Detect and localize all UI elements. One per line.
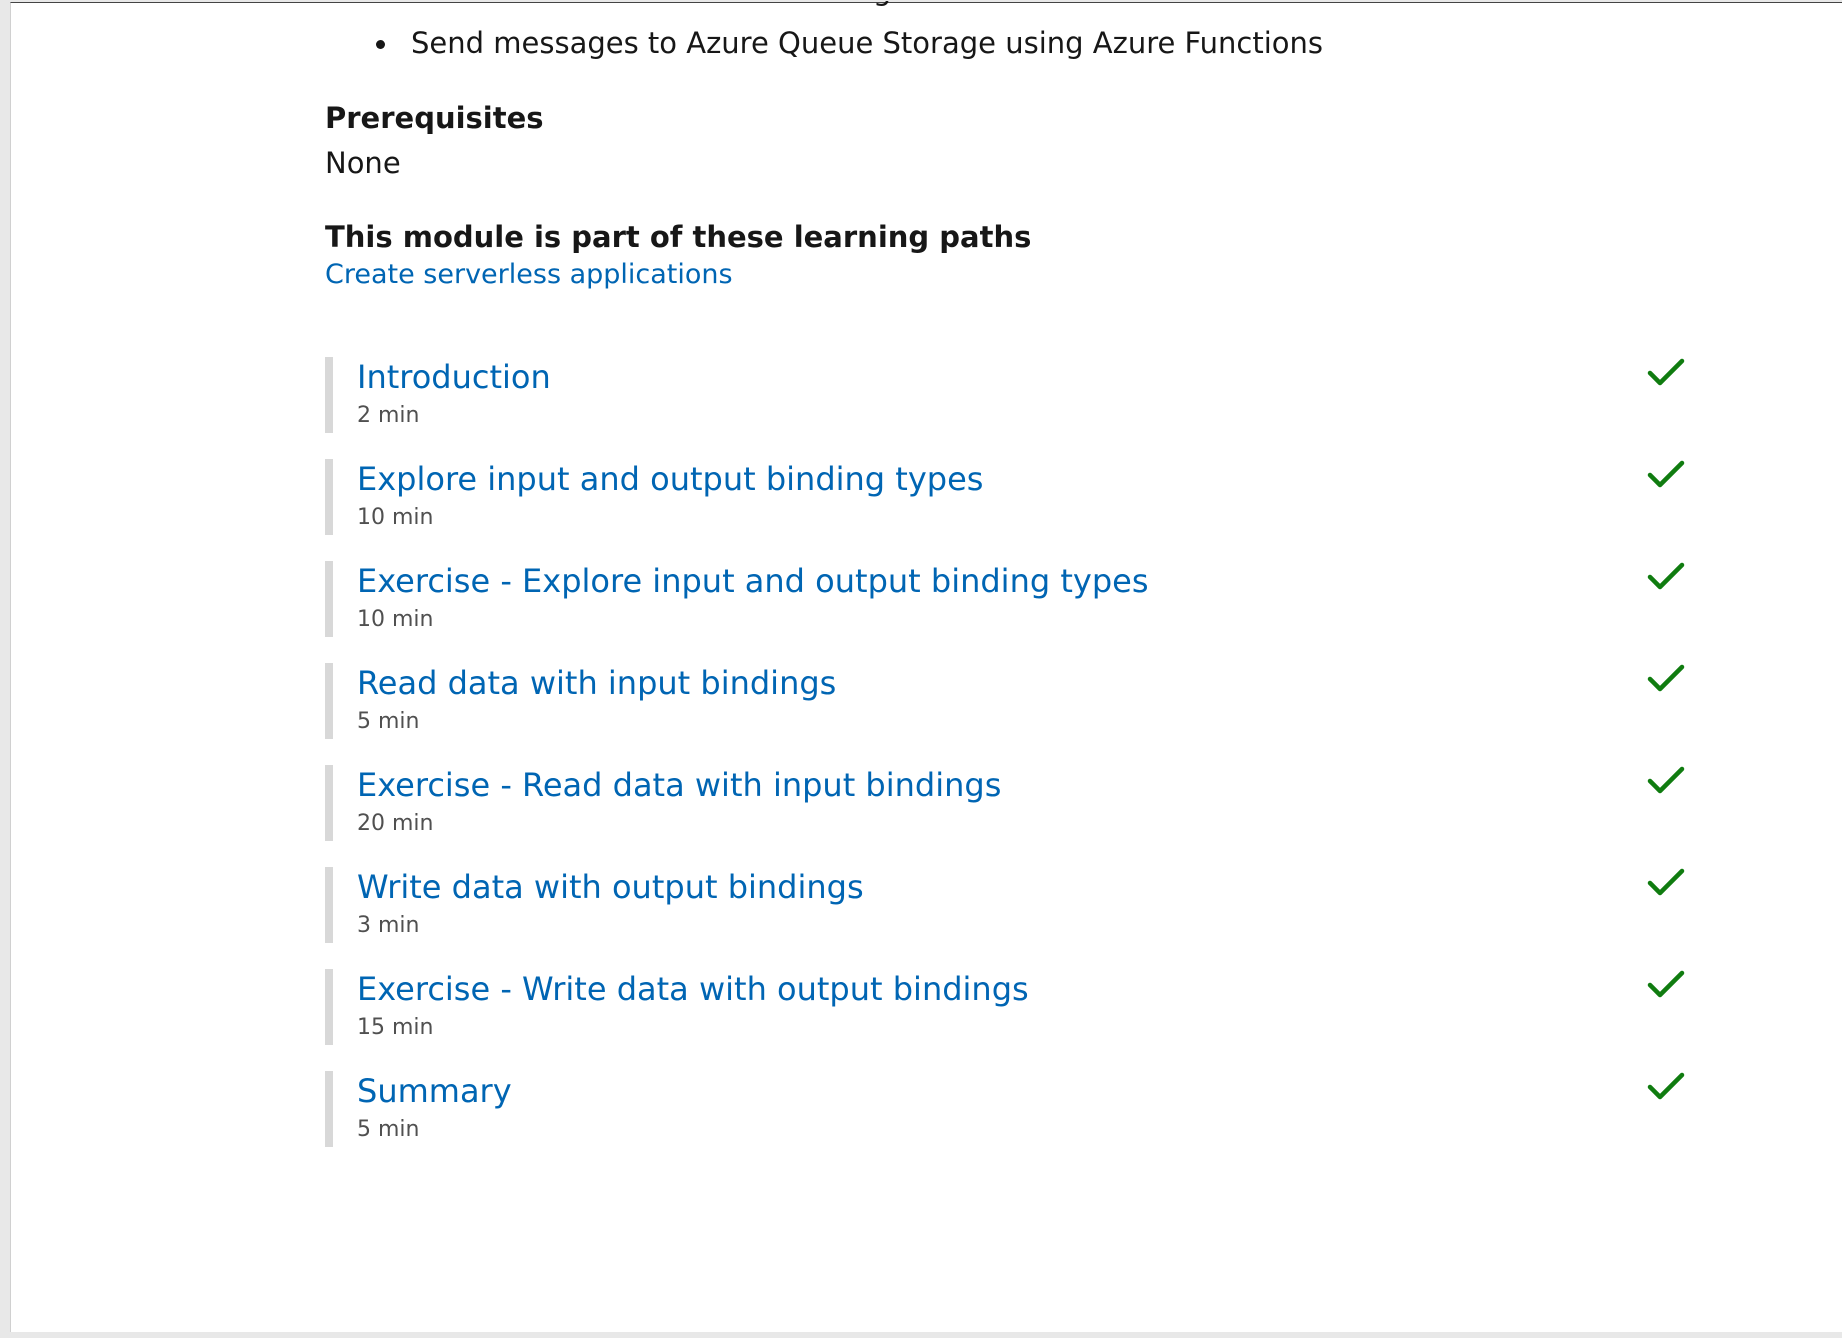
unit-item[interactable]: Introduction 2 min: [325, 357, 1685, 433]
unit-duration: 20 min: [357, 811, 434, 836]
unit-title-link[interactable]: Read data with input bindings: [357, 663, 1685, 703]
unit-item[interactable]: Explore input and output binding types 1…: [325, 459, 1685, 535]
partial-text-line: g: [873, 1, 903, 7]
check-icon: [1647, 766, 1685, 794]
unit-title-link[interactable]: Exercise - Read data with input bindings: [357, 765, 1685, 805]
unit-item[interactable]: Exercise - Write data with output bindin…: [325, 969, 1685, 1045]
unit-item[interactable]: Exercise - Explore input and output bind…: [325, 561, 1685, 637]
unit-title-link[interactable]: Write data with output bindings: [357, 867, 1685, 907]
unit-duration: 3 min: [357, 913, 420, 938]
unit-item[interactable]: Summary 5 min: [325, 1071, 1685, 1147]
unit-duration: 5 min: [357, 709, 420, 734]
unit-item[interactable]: Exercise - Read data with input bindings…: [325, 765, 1685, 841]
check-icon: [1647, 664, 1685, 692]
unit-list: Introduction 2 min Explore input and out…: [325, 357, 1685, 1179]
check-icon: [1647, 970, 1685, 998]
unit-title-link[interactable]: Exercise - Explore input and output bind…: [357, 561, 1685, 601]
prerequisites-heading: Prerequisites: [325, 101, 544, 135]
unit-item[interactable]: Write data with output bindings 3 min: [325, 867, 1685, 943]
unit-title-link[interactable]: Explore input and output binding types: [357, 459, 1685, 499]
unit-duration: 10 min: [357, 607, 434, 632]
unit-duration: 10 min: [357, 505, 434, 530]
check-icon: [1647, 358, 1685, 386]
unit-title-link[interactable]: Introduction: [357, 357, 1685, 397]
unit-duration: 5 min: [357, 1117, 420, 1142]
unit-item[interactable]: Read data with input bindings 5 min: [325, 663, 1685, 739]
unit-title-link[interactable]: Summary: [357, 1071, 1685, 1111]
check-icon: [1647, 868, 1685, 896]
learning-path-link[interactable]: Create serverless applications: [325, 259, 733, 290]
partial-text: g: [873, 1, 891, 7]
unit-duration: 15 min: [357, 1015, 434, 1040]
unit-duration: 2 min: [357, 403, 420, 428]
objectives-list: Send messages to Azure Queue Storage usi…: [366, 23, 1323, 63]
objective-item: Send messages to Azure Queue Storage usi…: [366, 23, 1323, 63]
check-icon: [1647, 562, 1685, 590]
check-icon: [1647, 460, 1685, 488]
prerequisites-value: None: [325, 146, 401, 180]
unit-title-link[interactable]: Exercise - Write data with output bindin…: [357, 969, 1685, 1009]
module-page: g Send messages to Azure Queue Storage u…: [10, 1, 1842, 1332]
check-icon: [1647, 1072, 1685, 1100]
learning-paths-heading: This module is part of these learning pa…: [325, 220, 1032, 254]
